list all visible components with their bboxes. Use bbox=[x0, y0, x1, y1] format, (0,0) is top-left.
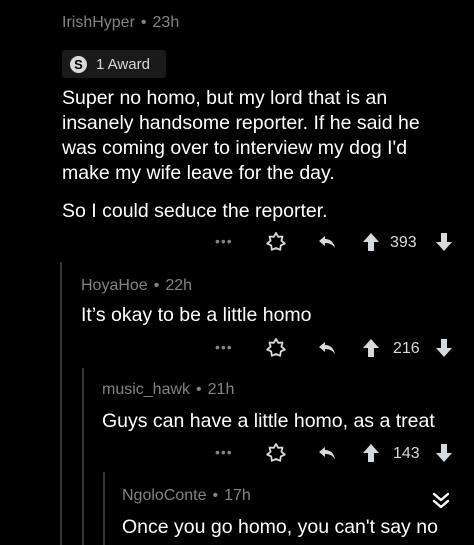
award-coin-icon: S bbox=[70, 55, 87, 73]
more-options-icon[interactable]: ••• bbox=[215, 339, 233, 355]
award-icon[interactable] bbox=[265, 337, 287, 359]
comment-meta: HoyaHoe • 22h bbox=[81, 277, 192, 295]
separator: • bbox=[196, 381, 202, 398]
reply-icon[interactable] bbox=[316, 231, 338, 253]
vote-score: 143 bbox=[393, 445, 420, 462]
comment-age: 23h bbox=[152, 14, 180, 31]
comment-actions: ••• 216 bbox=[215, 337, 465, 361]
award-badge[interactable]: S 1 Award bbox=[62, 50, 166, 78]
upvote-icon[interactable] bbox=[361, 442, 381, 464]
thread-line-1[interactable] bbox=[60, 262, 62, 545]
award-label: 1 Award bbox=[96, 55, 150, 73]
comment-body-line: insanely handsome reporter. If he said h… bbox=[62, 112, 420, 134]
reply-icon[interactable] bbox=[316, 442, 338, 464]
comment-meta: music_hawk • 21h bbox=[102, 381, 234, 399]
comment-body: Super no homo, but my lord that is an in… bbox=[62, 86, 420, 186]
upvote-icon[interactable] bbox=[361, 231, 381, 253]
comment-body-paragraph: So I could seduce the reporter. bbox=[62, 200, 328, 222]
comment-age: 21h bbox=[207, 381, 235, 398]
comment-author[interactable]: NgoloConte bbox=[122, 487, 207, 504]
comment-age: 22h bbox=[165, 277, 193, 294]
thread-line-2[interactable] bbox=[82, 368, 84, 545]
comment-meta: IrishHyper • 23h bbox=[62, 14, 179, 32]
upvote-icon[interactable] bbox=[361, 337, 381, 359]
downvote-icon[interactable] bbox=[434, 442, 454, 464]
more-options-icon[interactable]: ••• bbox=[215, 444, 233, 460]
more-options-icon[interactable]: ••• bbox=[215, 233, 233, 249]
comment-body-line: Super no homo, but my lord that is an bbox=[62, 87, 388, 109]
comment-age: 17h bbox=[224, 487, 251, 504]
separator: • bbox=[212, 487, 219, 504]
downvote-icon[interactable] bbox=[434, 231, 454, 253]
comment-body: It’s okay to be a little homo bbox=[81, 304, 312, 326]
collapse-chevron-icon[interactable] bbox=[430, 490, 452, 517]
vote-score: 216 bbox=[393, 340, 420, 357]
comment-body: Once you go homo, you can't say no bbox=[122, 516, 438, 538]
comment-author[interactable]: IrishHyper bbox=[62, 14, 135, 31]
comment-body-line: was coming over to interview my dog I'd bbox=[62, 137, 408, 159]
separator: • bbox=[140, 14, 147, 31]
comment-actions: ••• 393 bbox=[215, 231, 465, 255]
thread-line-3[interactable] bbox=[103, 472, 105, 545]
reply-icon[interactable] bbox=[316, 337, 338, 359]
separator: • bbox=[153, 277, 160, 294]
comment-meta: NgoloConte • 17h bbox=[122, 487, 251, 505]
comment-body: Guys can have a little homo, as a treat bbox=[102, 410, 435, 432]
award-icon[interactable] bbox=[265, 442, 287, 464]
vote-score: 393 bbox=[390, 234, 417, 251]
comment-author[interactable]: music_hawk bbox=[102, 381, 190, 398]
award-icon[interactable] bbox=[265, 231, 287, 253]
comment-author[interactable]: HoyaHoe bbox=[81, 277, 148, 294]
comment-body-line: make my wife leave for the day. bbox=[62, 162, 335, 184]
comment-actions: ••• 143 bbox=[215, 442, 465, 466]
downvote-icon[interactable] bbox=[434, 337, 454, 359]
